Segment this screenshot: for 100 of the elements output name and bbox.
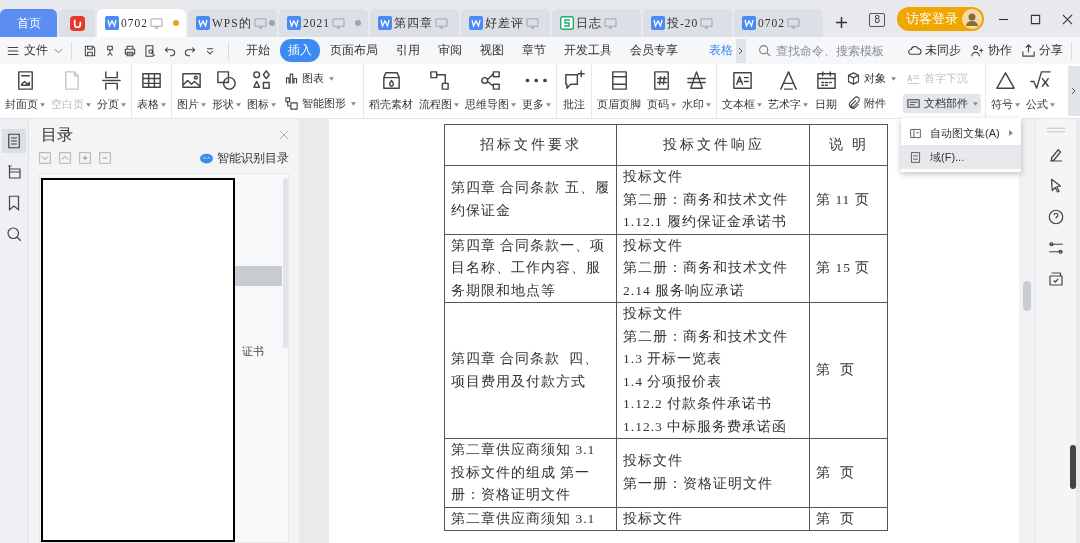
search-icon [758, 44, 771, 57]
text-box-button[interactable]: 文本框 [719, 64, 765, 118]
ribbon-tab[interactable]: 开发工具 [556, 39, 620, 62]
comment-button[interactable]: 批注 [559, 64, 589, 118]
cell-text: 第二册：商务和技术文件 [623, 259, 789, 277]
word-art-button[interactable]: 艺术字 [765, 64, 811, 118]
cell-text: 第二章供应商须知 3.1 [451, 509, 597, 528]
archive-check-icon[interactable] [1047, 270, 1065, 288]
ribbon-tab[interactable]: 视图 [472, 39, 512, 62]
triangle-icon [994, 69, 1017, 92]
document-tab[interactable]: 第四章 [370, 9, 459, 37]
file-menu-button[interactable]: 文件 [6, 42, 63, 59]
bar-chart-button[interactable]: 图表 [281, 69, 337, 88]
image-button[interactable]: 图片 [174, 64, 209, 118]
monitor-icon [787, 17, 800, 29]
document-tab[interactable]: 好差评 [461, 9, 550, 37]
mind-map-button[interactable]: 思维导图 [462, 64, 519, 118]
cell-text: 第 15 页 [816, 259, 872, 277]
maximize-icon[interactable] [1030, 14, 1041, 25]
ribbon-tab[interactable]: 审阅 [430, 39, 470, 62]
header-footer-button[interactable]: 页眉页脚 [594, 64, 644, 118]
calendar-icon [814, 69, 838, 92]
toolbar-action-button[interactable]: 未同步 [907, 42, 961, 59]
field-icon [909, 150, 922, 164]
watermark-button[interactable]: 水印 [679, 64, 714, 118]
cell-text: 1.4 分项报价表 [623, 372, 724, 391]
more-button[interactable]: 更多 [519, 64, 554, 118]
shapes-button[interactable]: 形状 [209, 64, 244, 118]
cell-text: 第 页 [816, 361, 856, 380]
ribbon-tab[interactable]: 会员专享 [622, 39, 686, 62]
document-parts-button[interactable]: 文档部件 [903, 94, 981, 113]
close-icon[interactable] [1062, 14, 1073, 25]
ribbon-tab[interactable]: 章节 [514, 39, 554, 62]
cover-page-button[interactable]: 封面页 [2, 64, 48, 118]
cell-text: 第二册：商务和技术文件 [623, 327, 789, 346]
cell-text: 投标文件 [623, 305, 684, 323]
avatar-icon [962, 9, 982, 29]
ribbon-tab[interactable]: 引用 [388, 39, 428, 62]
tab-count-badge[interactable]: 8 [869, 13, 885, 27]
toc-item[interactable]: 证书 [235, 341, 283, 361]
monitor-icon [332, 17, 345, 29]
flowchart-icon [427, 69, 451, 92]
monitor-icon [435, 17, 448, 29]
page-number-button[interactable]: 页码 [644, 64, 679, 118]
outline-icon[interactable] [2, 129, 26, 153]
table-button[interactable]: 表格 [134, 64, 169, 118]
save-icon[interactable] [83, 43, 97, 58]
cube-icon [846, 71, 861, 86]
menu-item[interactable]: 域(F)... [901, 145, 1021, 169]
cell-text: 第二章供应商须知 3.1 投标文件的组成 第一册：资格证明文件 [451, 441, 597, 504]
cube-button[interactable]: 对象 [843, 69, 899, 88]
scroll-right-icon[interactable] [736, 38, 746, 63]
toolbar-action-button[interactable]: 分享 [1021, 42, 1063, 59]
document-tab[interactable]: 0702 [734, 9, 823, 37]
ribbon-tab[interactable]: 页面布局 [322, 39, 386, 62]
help-icon[interactable] [1047, 208, 1065, 226]
cell-text: 第四章 合同条款一、项目名称、工作内容、服务期限和地点等 [451, 236, 607, 300]
cell-text: 第 11 页 [816, 190, 871, 209]
formula-icon [1029, 69, 1052, 92]
store-button[interactable]: 稻壳素材 [366, 64, 416, 118]
pen-icon[interactable] [1047, 146, 1065, 164]
cell-text: 投标文件 [623, 452, 684, 471]
paperclip-button[interactable]: 附件 [843, 94, 889, 113]
sliders-icon[interactable] [1047, 239, 1065, 257]
search-field[interactable]: 查找命令、搜索模板 [758, 42, 898, 59]
calendar-button[interactable]: 日期 [811, 64, 841, 118]
print-preview-icon[interactable] [143, 43, 157, 58]
document-tab[interactable]: 日志 [552, 9, 641, 37]
formula-button[interactable]: 公式 [1023, 64, 1058, 118]
shapes-icon [215, 69, 238, 92]
scrollbar-thumb[interactable] [1070, 445, 1076, 489]
document-tab[interactable]: 投-20 [643, 9, 732, 37]
cell-text: 第 页 [816, 509, 856, 528]
triangle-button[interactable]: 符号 [988, 64, 1023, 118]
person-plus-icon [970, 43, 985, 58]
smart-toc-button[interactable]: 智能识别目录 [200, 150, 289, 166]
scrollbar-thumb[interactable] [1023, 281, 1031, 311]
ribbon-tab[interactable]: 开始 [238, 39, 278, 62]
drag-handle-icon[interactable] [1047, 127, 1065, 133]
cell-text: 第 页 [816, 463, 856, 482]
column-header: 招标文件要求 [444, 124, 617, 166]
document-tab[interactable]: WPS的 [188, 9, 277, 37]
smart-graphic-icon [284, 96, 299, 111]
document-tab[interactable]: 0702 [97, 9, 186, 37]
smart-graphic-button[interactable]: 智能图形 [281, 94, 359, 113]
scrollbar[interactable] [283, 178, 288, 348]
cell-text: 1.12.3 中标服务费承诺函 [623, 417, 789, 436]
toolbar-action-button[interactable]: 协作 [970, 42, 1012, 59]
text-box-icon [730, 69, 754, 92]
menu-item[interactable]: 自动图文集(A) [901, 121, 1021, 145]
icon-set-button[interactable]: 图标 [244, 64, 279, 118]
print-icon[interactable] [123, 43, 137, 58]
app-tab[interactable] [59, 9, 95, 37]
cell-text: 第二册：商务和技术文件 [623, 190, 789, 209]
document-tab[interactable]: 2021 [279, 9, 368, 37]
flowchart-button[interactable]: 流程图 [416, 64, 462, 118]
page-break-button[interactable]: 分页 [94, 64, 129, 118]
new-tab-icon[interactable] [835, 16, 848, 29]
monitor-icon [700, 17, 714, 29]
column-header: 投标文件响应 [616, 124, 810, 166]
